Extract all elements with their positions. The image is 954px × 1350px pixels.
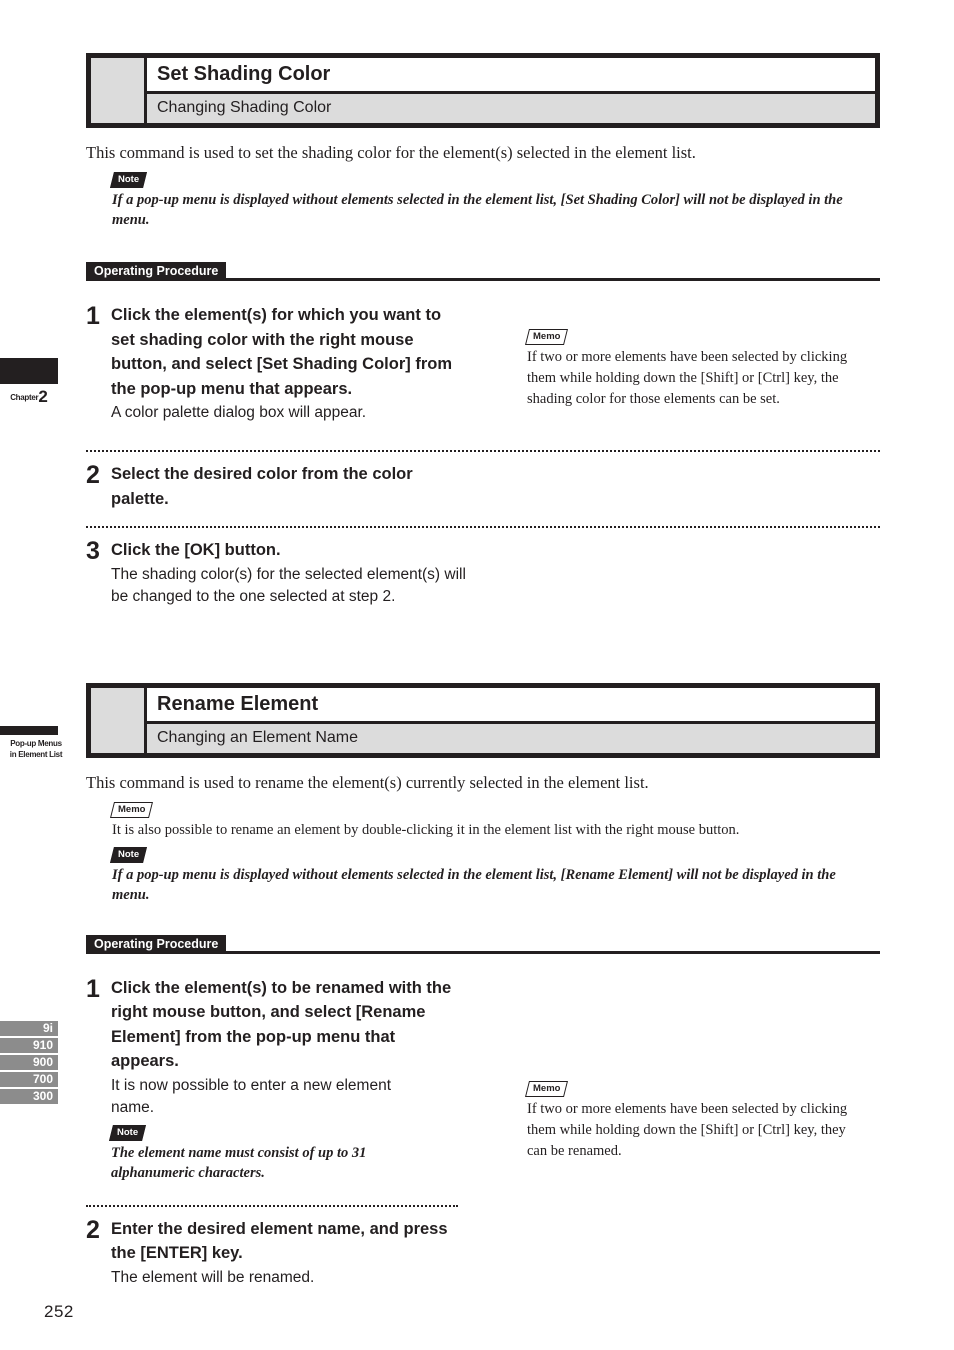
memo-text: If two or more elements have been select…: [527, 1101, 848, 1159]
operating-procedure-header: Operating Procedure: [86, 262, 880, 281]
step-description: It is now possible to enter a new elemen…: [111, 1076, 392, 1116]
chapter-tab-number: 2: [38, 387, 48, 406]
step-number: 1: [86, 302, 100, 330]
memo-badge-label: Memo: [533, 1083, 561, 1094]
operating-procedure-header: Operating Procedure: [86, 934, 880, 954]
command-header-gutter: [91, 58, 147, 123]
command-header: Rename Element Changing an Element Name: [86, 682, 880, 758]
memo-text: If two or more elements have been select…: [527, 349, 848, 407]
note-badge-label: Note: [117, 1126, 139, 1138]
model-tab: 9i: [0, 1021, 58, 1036]
command-header-titles: Rename Element Changing an Element Name: [147, 687, 875, 753]
note-text: If a pop-up menu is displayed without el…: [112, 192, 843, 228]
step-separator: [86, 1204, 458, 1207]
chapter-tab-bar: [0, 358, 58, 384]
step-number: 1: [86, 974, 100, 1003]
memo-badge-label: Memo: [118, 803, 146, 815]
memo-badge: Memo: [525, 329, 569, 345]
memo-text: It is also possible to rename an element…: [112, 821, 740, 838]
section-tab: Pop-up Menus in Element List: [0, 726, 72, 760]
section-tab-label: Pop-up Menus in Element List: [0, 738, 72, 760]
step-number: 2: [86, 1215, 100, 1244]
step-description: The element will be renamed.: [111, 1268, 315, 1286]
section-intro: This command is used to set the shading …: [86, 143, 696, 162]
step-item: 3 Click the [OK] button. The shading col…: [86, 538, 880, 608]
step-heading: Click the [OK] button.: [111, 541, 281, 559]
chapter-tab-word: Chapter: [10, 393, 39, 402]
step-heading: Click the element(s) for which you want …: [111, 306, 453, 398]
section-tab-line1: Pop-up Menus: [10, 739, 62, 748]
section-intro: This command is used to rename the eleme…: [86, 772, 649, 792]
memo-badge: Memo: [525, 1081, 569, 1097]
page-number: 252: [44, 1302, 74, 1321]
note-badge: Note: [110, 172, 148, 188]
chapter-tab-label: Chapter2: [0, 388, 58, 405]
operating-procedure-tag: Operating Procedure: [86, 934, 227, 954]
command-title: Set Shading Color: [147, 58, 875, 94]
operating-procedure-tag: Operating Procedure: [86, 262, 227, 281]
step-separator: [86, 526, 880, 528]
step-heading: Click the element(s) to be renamed with …: [111, 978, 452, 1071]
command-title: Rename Element: [147, 687, 875, 724]
step-heading: Enter the desired element name, and pres…: [111, 1219, 448, 1263]
note-badge: Note: [110, 846, 148, 863]
command-header: Set Shading Color Changing Shading Color: [86, 53, 880, 128]
step-description: The shading color(s) for the selected el…: [111, 565, 466, 605]
section-tab-line2: in Element List: [9, 750, 63, 759]
step-number: 2: [86, 461, 100, 489]
chapter-tab: Chapter2: [0, 358, 58, 405]
command-header-gutter: [91, 687, 147, 753]
step-body: Click the [OK] button. The shading color…: [111, 538, 880, 608]
model-tab: 700: [0, 1072, 58, 1087]
command-header-titles: Set Shading Color Changing Shading Color: [147, 58, 875, 123]
note-text: The element name must consist of up to 3…: [111, 1144, 367, 1181]
note-text: If a pop-up menu is displayed without el…: [112, 866, 836, 903]
model-tab: 900: [0, 1055, 58, 1070]
step-description: A color palette dialog box will appear.: [111, 404, 367, 421]
section-rename-element: Rename Element Changing an Element Name …: [86, 682, 880, 1289]
step-number: 3: [86, 537, 100, 565]
step-body: Select the desired color from the color …: [111, 462, 880, 511]
step-heading: Select the desired color from the color …: [111, 465, 413, 508]
note-badge-label: Note: [118, 848, 140, 860]
section-tab-bar: [0, 726, 58, 735]
step-body: Enter the desired element name, and pres…: [111, 1217, 880, 1289]
note-callout: Note If a pop-up menu is displayed witho…: [110, 844, 880, 905]
model-tab: 300: [0, 1089, 58, 1104]
step-item: 2 Select the desired color from the colo…: [86, 462, 880, 511]
step-separator: [86, 450, 880, 452]
memo-badge: Memo: [110, 801, 154, 818]
side-memo-rename: Memo If two or more elements have been s…: [525, 1078, 867, 1162]
step-item: 2 Enter the desired element name, and pr…: [86, 1217, 880, 1289]
note-badge-label: Note: [118, 174, 140, 185]
memo-callout: Memo It is also possible to rename an el…: [110, 799, 880, 840]
memo-badge-label: Memo: [533, 331, 561, 342]
note-badge: Note: [109, 1124, 147, 1141]
command-subtitle: Changing Shading Color: [147, 94, 875, 123]
model-tabs: 9i 910 900 700 300: [0, 1021, 58, 1106]
model-tab: 910: [0, 1038, 58, 1053]
side-memo-shading: Memo If two or more elements have been s…: [525, 326, 867, 410]
command-subtitle: Changing an Element Name: [147, 723, 875, 753]
note-callout: Note If a pop-up menu is displayed witho…: [110, 169, 880, 230]
